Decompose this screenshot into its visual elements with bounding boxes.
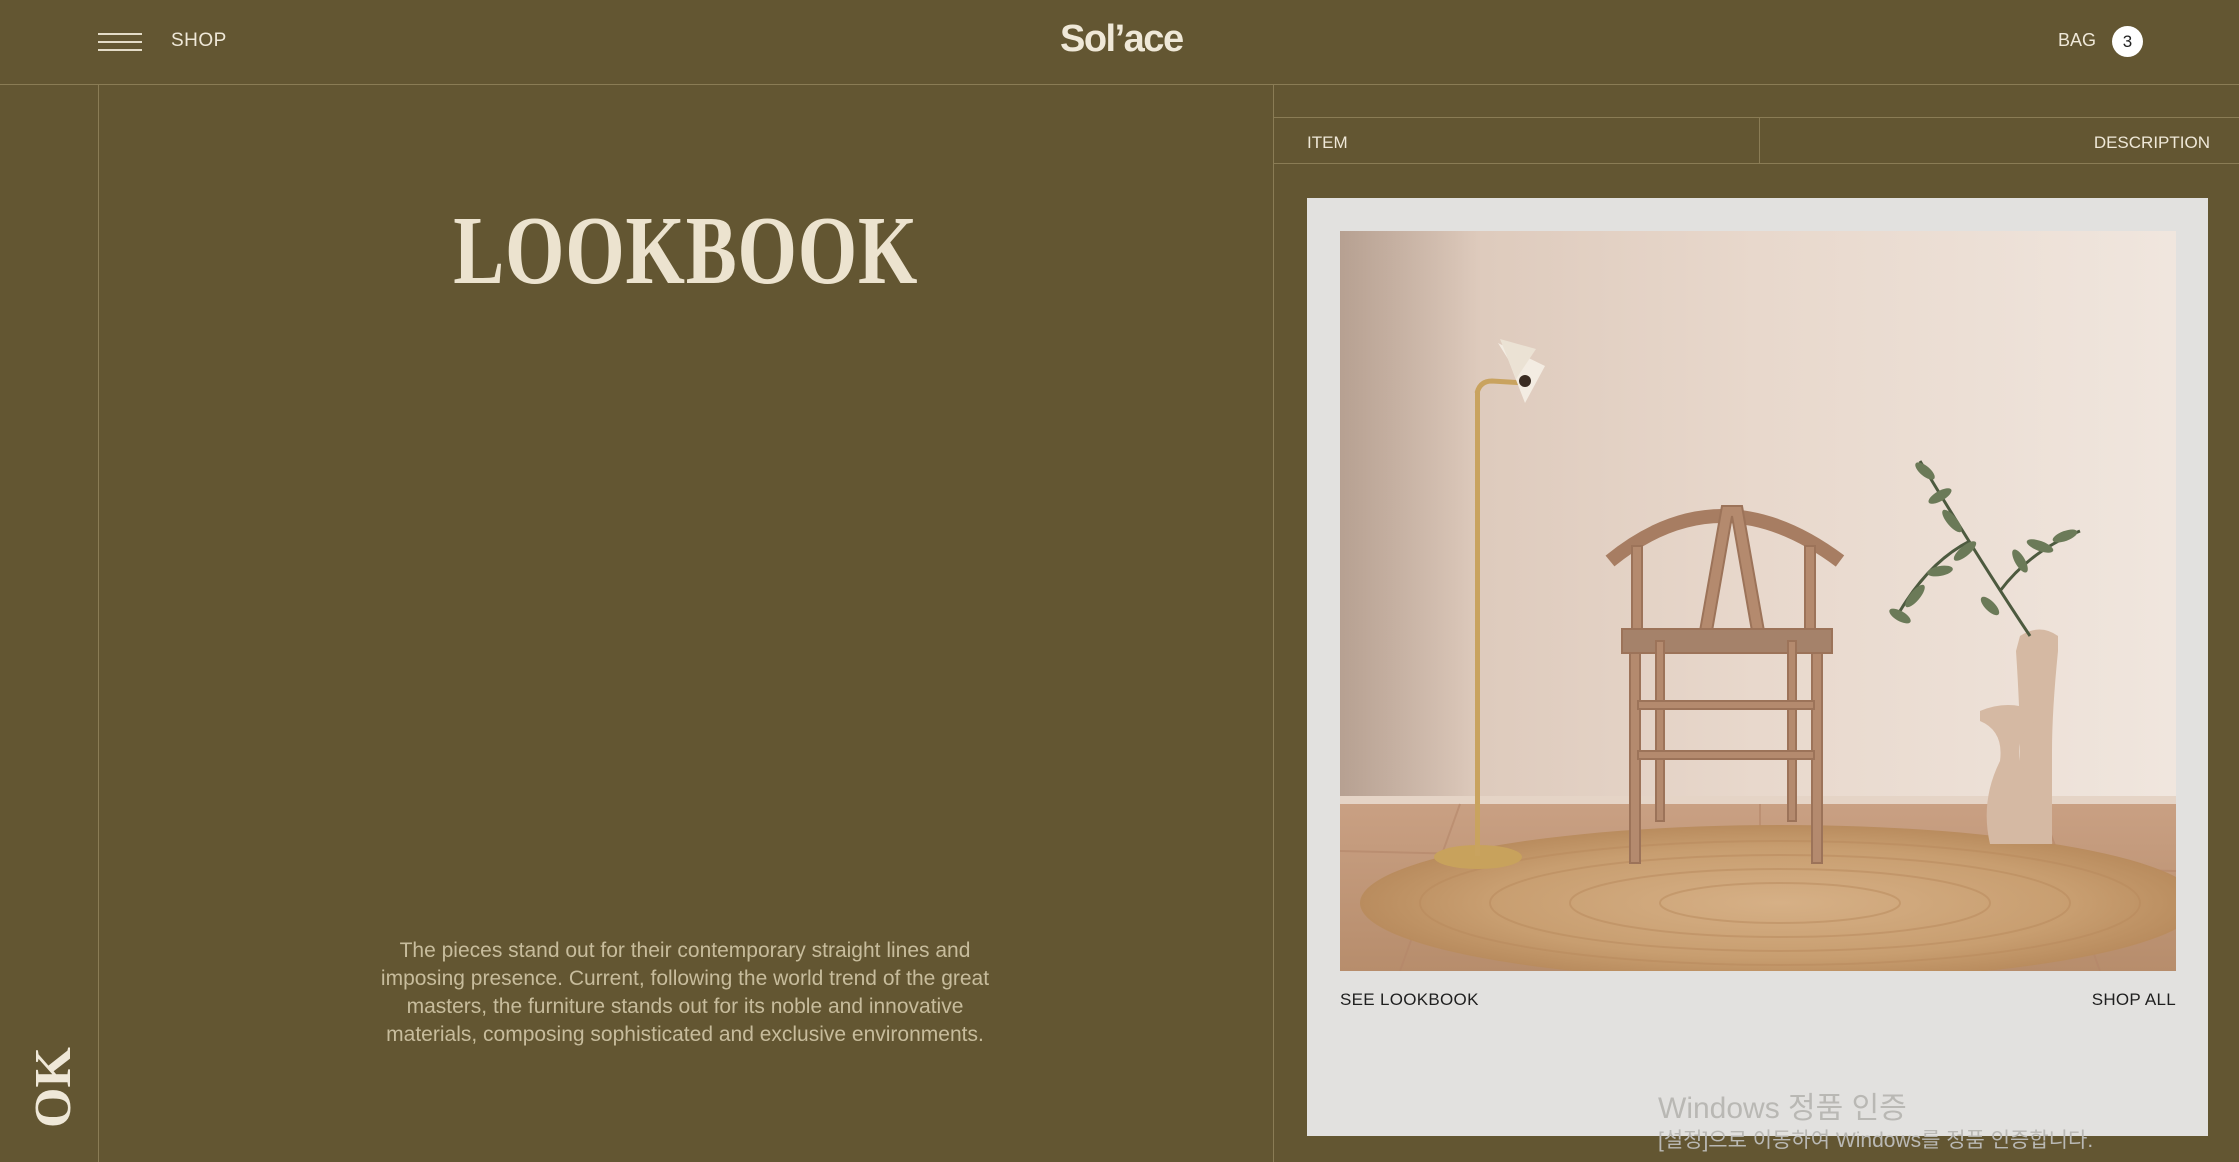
bag-count-badge[interactable]: 3 [2112,26,2143,57]
chair-photo[interactable] [1340,231,2176,971]
see-lookbook-link[interactable]: SEE LOOKBOOK [1340,990,1479,1010]
windows-activation-subtitle: [설정]으로 이동하여 Windows를 정품 인증합니다. [1658,1129,2094,1152]
windows-activation-title: Windows 정품 인증 [1658,1092,1907,1125]
tab-item[interactable]: ITEM [1307,133,1348,153]
bag-link[interactable]: BAG [2058,30,2096,51]
brand-logo[interactable]: Sol’ace [1060,18,1184,61]
page: SHOP Sol’ace BAG 3 OK LOOKBOOK The piece… [0,0,2239,1162]
column-divider [1273,85,1274,1162]
tab-separator [1759,118,1760,163]
panel-tabs: ITEM DESCRIPTION [1274,117,2239,164]
room-scene-image [1340,231,2176,971]
site-header: SHOP Sol’ace BAG 3 [0,0,2239,85]
page-title: LOOKBOOK [453,197,919,305]
vertical-lookbook-text: OK [25,1047,82,1128]
shop-all-link[interactable]: SHOP ALL [2092,990,2176,1010]
shop-link[interactable]: SHOP [171,30,227,52]
product-card: SEE LOOKBOOK SHOP ALL [1307,198,2208,1136]
lookbook-description: The pieces stand out for their contempor… [380,939,990,1046]
hamburger-icon[interactable] [98,31,142,55]
tab-description[interactable]: DESCRIPTION [2094,133,2210,153]
rail-divider [98,85,99,1162]
